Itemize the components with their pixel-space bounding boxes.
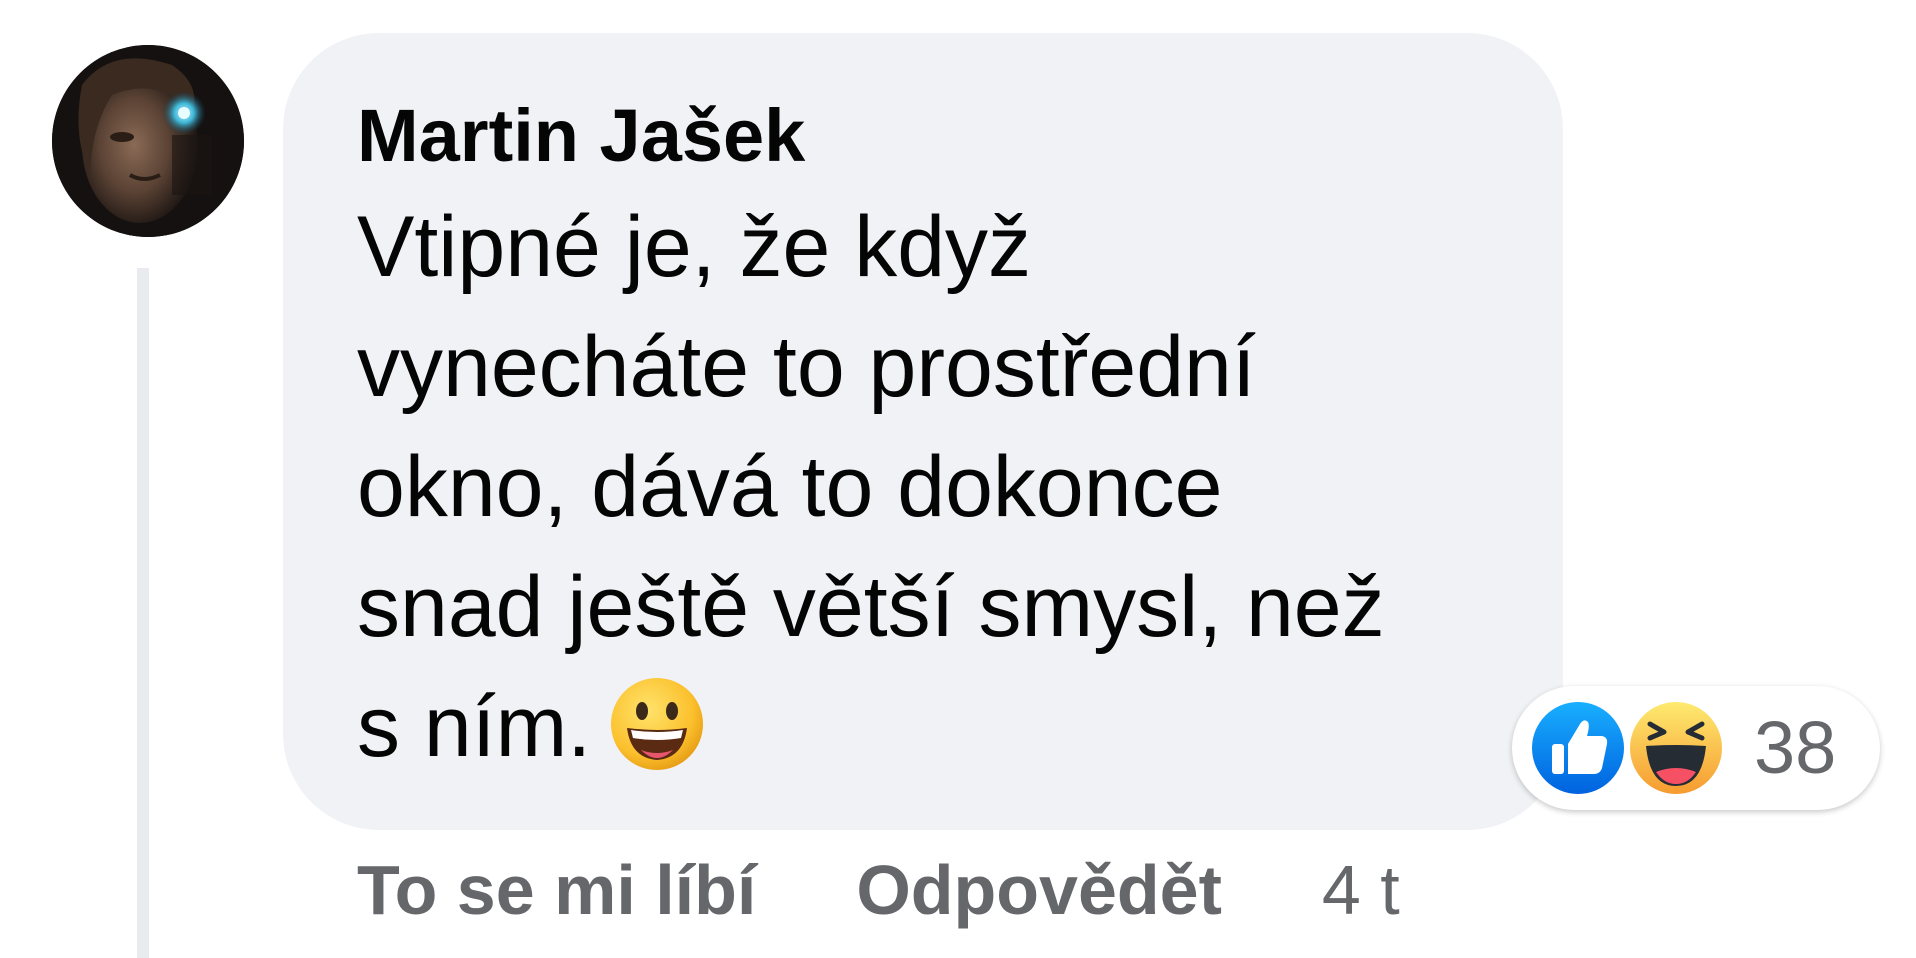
like-button[interactable]: To se mi líbí xyxy=(357,850,756,930)
comment-text: Vtipné je, že když vynecháte to prostřed… xyxy=(357,187,1503,787)
avatar-photo xyxy=(52,45,244,237)
comment-text-last-line: s ním. xyxy=(357,667,1503,787)
comment-text-line: s ním. xyxy=(357,679,592,775)
haha-reaction-icon xyxy=(1630,702,1722,794)
comment-author-name[interactable]: Martin Jašek xyxy=(357,91,805,181)
comment-timestamp[interactable]: 4 t xyxy=(1322,850,1400,930)
reactions-summary[interactable]: 38 xyxy=(1512,686,1880,810)
comment-thread: Martin Jašek Vtipné je, že když vynechát… xyxy=(0,0,1916,958)
comment-bubble: Martin Jašek Vtipné je, že když vynechát… xyxy=(283,33,1563,830)
grinning-face-emoji-icon xyxy=(611,678,704,770)
comment-text-line: Vtipné je, že když xyxy=(357,199,1032,295)
like-reaction-icon xyxy=(1526,696,1630,800)
reply-button[interactable]: Odpovědět xyxy=(856,850,1222,930)
thread-connector-line xyxy=(137,268,149,958)
comment-text-line: vynecháte to prostřední xyxy=(357,319,1256,415)
reaction-count: 38 xyxy=(1754,706,1837,789)
comment-actions-bar: To se mi líbí Odpovědět 4 t xyxy=(357,845,1400,935)
comment-text-line: okno, dává to dokonce xyxy=(357,439,1223,535)
avatar[interactable] xyxy=(52,45,244,237)
comment-text-line: snad ještě větší smysl, než xyxy=(357,559,1385,655)
